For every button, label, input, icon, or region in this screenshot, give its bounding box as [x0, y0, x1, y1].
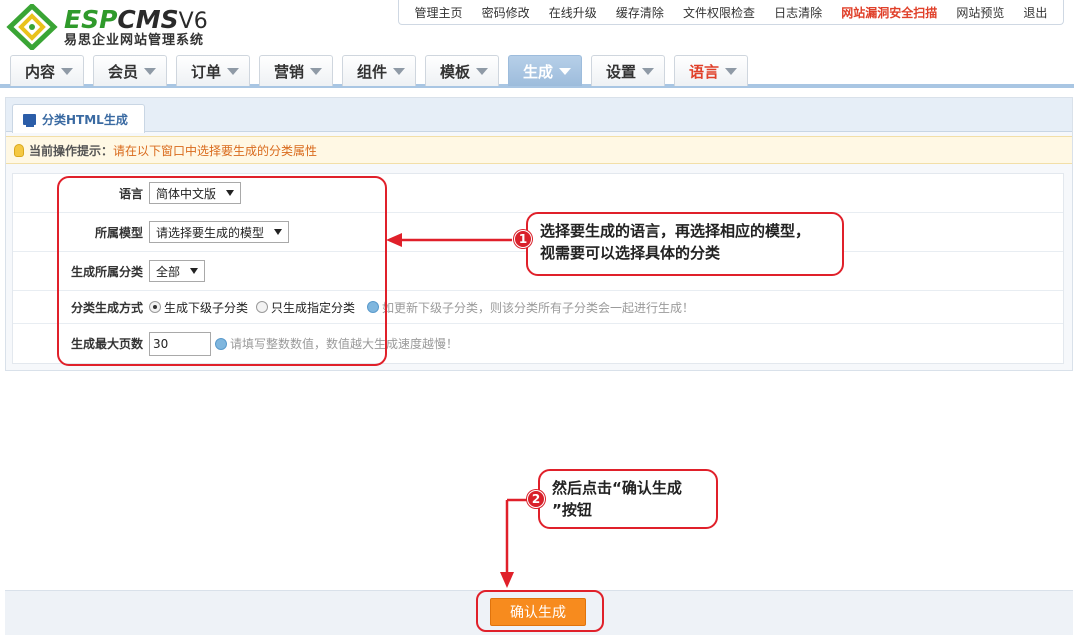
- nav-tab-label: 生成: [523, 62, 554, 81]
- logo-mark-icon: [6, 4, 58, 50]
- tip-label: 当前操作提示：: [29, 143, 114, 158]
- callout-step1-line1: 选择要生成的语言，再选择相应的模型，: [540, 222, 811, 240]
- nav-tab-content[interactable]: 内容: [10, 55, 84, 86]
- link-file-permission-check[interactable]: 文件权限检查: [683, 4, 755, 21]
- chevron-down-icon: [725, 68, 737, 75]
- step1-badge: 1: [514, 230, 532, 248]
- link-clear-logs[interactable]: 日志清除: [774, 4, 822, 21]
- chevron-down-icon: [642, 68, 654, 75]
- link-change-password[interactable]: 密码修改: [482, 4, 530, 21]
- nav-tab-components[interactable]: 组件: [342, 55, 416, 86]
- nav-tab-label: 设置: [606, 62, 637, 81]
- logo-subtitle: 易思企业网站管理系统: [64, 33, 205, 48]
- subtab-label: 分类HTML生成: [42, 112, 128, 127]
- link-admin-home[interactable]: 管理主页: [415, 4, 463, 21]
- callout-step1-line2: 视需要可以选择具体的分类: [540, 244, 721, 262]
- nav-tab-label: 模板: [440, 62, 471, 81]
- chevron-down-icon: [393, 68, 405, 75]
- lightbulb-icon: [14, 143, 24, 157]
- arrow-step2-head-icon: [500, 572, 514, 588]
- mode-hint: 如更新下级子分类，则该分类所有子分类会一起进行生成！: [367, 299, 694, 316]
- annotation-form-highlight: [57, 176, 387, 366]
- nav-tab-orders[interactable]: 订单: [176, 55, 250, 86]
- callout-step2-line2: ”按钮: [552, 501, 592, 519]
- link-logout[interactable]: 退出: [1023, 4, 1047, 21]
- callout-step2: 然后点击“确认生成 ”按钮: [538, 469, 718, 529]
- nav-tab-members[interactable]: 会员: [93, 55, 167, 86]
- link-clear-cache[interactable]: 缓存清除: [616, 4, 664, 21]
- callout-step1: 选择要生成的语言，再选择相应的模型， 视需要可以选择具体的分类: [526, 212, 844, 276]
- link-online-upgrade[interactable]: 在线升级: [549, 4, 597, 21]
- step2-badge: 2: [527, 490, 545, 508]
- nav-tab-language[interactable]: 语言: [674, 55, 748, 86]
- nav-tab-settings[interactable]: 设置: [591, 55, 665, 86]
- chevron-down-icon: [61, 68, 73, 75]
- operation-tip: 当前操作提示： 请在以下窗口中选择要生成的分类属性: [6, 136, 1072, 164]
- subtab-bar: 分类HTML生成: [6, 98, 1072, 133]
- mode-hint-text: 如更新下级子分类，则该分类所有子分类会一起进行生成！: [382, 300, 695, 315]
- link-site-preview[interactable]: 网站预览: [956, 4, 1004, 21]
- logo-title: ESPCMSV6: [64, 5, 208, 35]
- chevron-down-icon: [144, 68, 156, 75]
- nav-tab-label: 会员: [108, 62, 139, 81]
- chevron-down-icon: [476, 68, 488, 75]
- nav-tab-label: 内容: [25, 62, 56, 81]
- nav-tab-label: 组件: [357, 62, 388, 81]
- monitor-icon: [23, 113, 36, 127]
- logo: ESPCMSV6 易思企业网站管理系统: [6, 4, 236, 50]
- page: ESPCMSV6 易思企业网站管理系统 管理主页 密码修改 在线升级 缓存清除 …: [0, 0, 1074, 635]
- tab-category-html-generate[interactable]: 分类HTML生成: [12, 104, 145, 133]
- chevron-down-icon: [227, 68, 239, 75]
- nav-tab-label: 语言: [689, 62, 720, 81]
- chevron-down-icon: [559, 68, 571, 75]
- nav-tab-label: 订单: [191, 62, 222, 81]
- nav-tab-marketing[interactable]: 营销: [259, 55, 333, 86]
- nav-tab-generate[interactable]: 生成: [508, 55, 582, 86]
- link-security-scan[interactable]: 网站漏洞安全扫描: [841, 4, 937, 21]
- main-nav: 内容 会员 订单 营销 组件 模板 生成 设置 语言: [0, 50, 1074, 88]
- chevron-down-icon: [310, 68, 322, 75]
- callout-step2-line1: 然后点击“确认生成: [552, 479, 682, 497]
- annotation-button-highlight: [476, 590, 604, 632]
- nav-tab-label: 营销: [274, 62, 305, 81]
- top-links: 管理主页 密码修改 在线升级 缓存清除 文件权限检查 日志清除 网站漏洞安全扫描…: [398, 0, 1064, 25]
- tip-message: 请在以下窗口中选择要生成的分类属性: [113, 143, 318, 158]
- nav-tab-templates[interactable]: 模板: [425, 55, 499, 86]
